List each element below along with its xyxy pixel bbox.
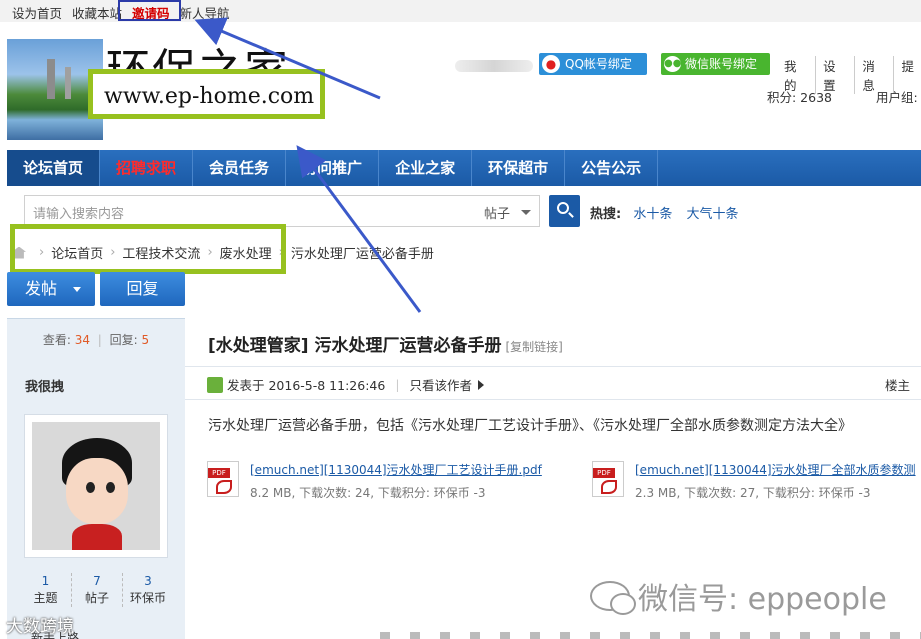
copy-link-button[interactable]: [复制链接] — [505, 340, 562, 354]
stat-value: 3 — [144, 574, 152, 588]
search-type-select[interactable]: 帖子 — [474, 195, 540, 227]
chevron-down-icon — [521, 210, 531, 215]
author-stat-posts[interactable]: 7 帖子 — [71, 573, 122, 607]
qq-icon: ● — [542, 55, 560, 73]
hot-searches: 热搜: 水十条 大气十条 — [590, 203, 749, 222]
blurred-username — [455, 60, 533, 72]
thread-stats: 查看: 34 | 回复: 5 — [42, 333, 150, 347]
bookmark-site-link[interactable]: 收藏本站 — [72, 3, 122, 22]
corner-watermark: 大数跨境 — [6, 612, 74, 637]
author-stat-topics[interactable]: 1 主题 — [20, 573, 71, 607]
author-name[interactable]: 我很拽 — [25, 376, 64, 395]
new-post-label: 发帖 — [25, 279, 58, 298]
post-body: 污水处理厂运营必备手册，包括《污水处理厂工艺设计手册》、《污水处理厂全部水质参数… — [208, 418, 852, 434]
pdf-file-icon: PDF — [592, 461, 624, 497]
post-timestamp: 发表于 2016-5-8 11:26:46 — [227, 378, 386, 393]
nav-member-tasks[interactable]: 会员任务 — [193, 150, 287, 186]
hot-search-term[interactable]: 大气十条 — [687, 207, 739, 222]
stat-label: 环保币 — [129, 591, 166, 605]
site-url: www.ep-home.com — [104, 84, 315, 109]
chevron-down-icon — [73, 287, 81, 292]
attachment-link[interactable]: [emuch.net][1130044]污水处理厂工艺设计手册.pdf — [250, 461, 542, 478]
wechat-icon: ●● — [664, 56, 681, 72]
wechat-bind-label: 微信账号绑定 — [685, 57, 758, 71]
author-stat-coins[interactable]: 3 环保币 — [122, 573, 173, 607]
stat-label: 帖子 — [84, 591, 109, 605]
attachment-info: 8.2 MB, 下载次数: 24, 下载积分: 环保币 -3 — [250, 486, 486, 500]
replies-count: 5 — [141, 333, 150, 347]
breadcrumb-current-thread[interactable]: 污水处理厂运营必备手册 — [291, 243, 434, 262]
qq-bind-label: QQ帐号绑定 — [565, 57, 632, 71]
wechat-watermark: 微信号: eppeople — [590, 574, 887, 618]
reply-button[interactable]: 回复 — [100, 272, 185, 306]
thread-title: [水处理管家] 污水处理厂运营必备手册 — [208, 336, 502, 356]
views-count: 34 — [74, 333, 90, 347]
corner-watermark-text: 大数跨境 — [6, 617, 74, 637]
pdf-file-icon: PDF — [207, 461, 239, 497]
wechat-watermark-text: 微信号: eppeople — [638, 582, 887, 617]
set-homepage-link[interactable]: 设为首页 — [12, 3, 62, 22]
post-meta-bar: 发表于 2016-5-8 11:26:46 | 只看该作者 楼主 — [185, 366, 921, 400]
stat-value: 1 — [41, 574, 50, 588]
attachment-link[interactable]: [emuch.net][1130044]污水处理厂全部水质参数测 — [635, 461, 916, 478]
breadcrumb-highlight-box — [10, 224, 286, 274]
views-label: 查看: — [42, 333, 71, 347]
hot-search-label: 热搜: — [590, 207, 622, 222]
wechat-bind-button[interactable]: ●● 微信账号绑定 — [661, 53, 770, 75]
search-icon — [557, 202, 569, 214]
stat-label: 主题 — [33, 591, 58, 605]
hot-search-term[interactable]: 水十条 — [633, 207, 672, 222]
qq-bind-button[interactable]: ● QQ帐号绑定 — [539, 53, 647, 75]
avatar[interactable] — [24, 414, 168, 558]
new-post-button[interactable]: 发帖 — [7, 272, 95, 306]
search-button[interactable] — [549, 195, 580, 227]
main-nav: 论坛首页 招聘求职 会员任务 访问推广 企业之家 环保超市 公告公示 — [7, 150, 921, 186]
floor-label[interactable]: 楼主 — [885, 375, 910, 394]
replies-label: 回复: — [109, 333, 138, 347]
usergroup-label: 用户组: — [876, 90, 918, 105]
search-input[interactable]: 请输入搜索内容 — [24, 195, 476, 227]
stat-value: 7 — [93, 574, 101, 588]
only-author-link[interactable]: 只看该作者 — [410, 375, 473, 394]
author-sidebar: 查看: 34 | 回复: 5 我很拽 1 主题 7 帖子 3 环保币 新手上路 — [7, 318, 185, 639]
nav-jobs[interactable]: 招聘求职 — [100, 150, 194, 186]
points-dropdown[interactable]: 积分: 2638 — [767, 87, 832, 106]
online-user-icon — [207, 376, 223, 393]
newbie-nav-link[interactable]: 新人导航 — [180, 3, 230, 22]
nav-enterprise[interactable]: 企业之家 — [379, 150, 473, 186]
nav-announcements[interactable]: 公告公示 — [565, 150, 659, 186]
footer-icon-strip — [380, 632, 921, 639]
nav-forum-home[interactable]: 论坛首页 — [7, 150, 101, 186]
author-stats: 1 主题 7 帖子 3 环保币 — [20, 573, 173, 607]
search-type-value: 帖子 — [484, 207, 511, 222]
wechat-icon — [590, 581, 636, 615]
nav-promotion[interactable]: 访问推广 — [286, 150, 380, 186]
chevron-right-icon — [478, 379, 485, 390]
page-title: [水处理管家] 污水处理厂运营必备手册 [复制链接] — [208, 331, 563, 356]
nav-eco-market[interactable]: 环保超市 — [472, 150, 566, 186]
attachment-info: 2.3 MB, 下载次数: 27, 下载积分: 环保币 -3 — [635, 486, 871, 500]
invite-code-highlight-box — [118, 0, 181, 21]
